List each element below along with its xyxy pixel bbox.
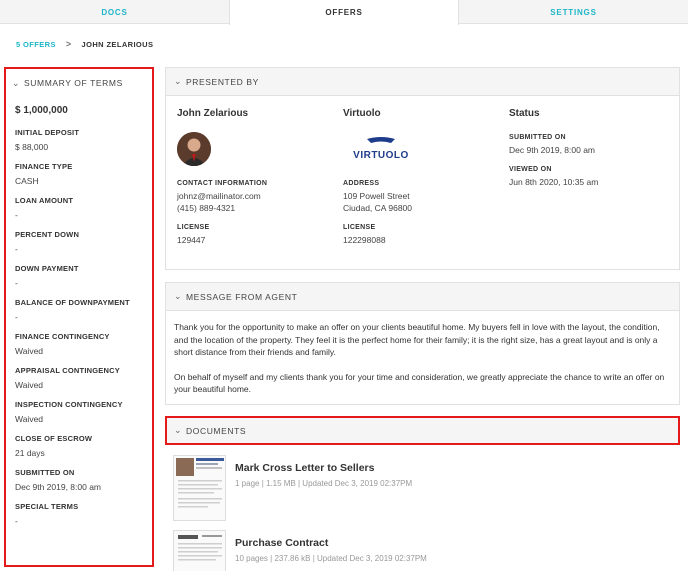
document-meta: 10 pages | 237.86 kB | Updated Dec 3, 20… [235, 554, 427, 563]
term-label: SPECIAL TERMS [15, 502, 79, 511]
term-label: APPRAISAL CONTINGENCY [15, 366, 120, 375]
chevron-down-icon: ⌄ [174, 425, 183, 435]
term-value: Dec 9th 2019, 8:00 am [15, 482, 102, 492]
chevron-down-icon: ⌄ [174, 76, 183, 86]
document-item[interactable]: Mark Cross Letter to Sellers 1 page | 1.… [173, 455, 673, 521]
agent-license-label: LICENSE [177, 224, 210, 231]
message-paragraph: Thank you for the opportunity to make an… [174, 322, 660, 357]
term-value: Waived [15, 346, 44, 356]
document-title[interactable]: Purchase Contract [235, 537, 328, 549]
breadcrumb-offers-link[interactable]: 5 OFFERS [16, 40, 56, 49]
viewed-on-label: VIEWED ON [509, 166, 552, 173]
term-finance-type: FINANCE TYPE CASH [15, 162, 152, 187]
viewed-on-value: Jun 8th 2020, 10:35 am [509, 177, 599, 187]
agent-avatar [177, 132, 211, 166]
term-value: - [15, 312, 18, 322]
agent-column: John Zelarious CONTACT INFORMATION johnz… [177, 108, 337, 245]
agent-email[interactable]: johnz@mailinator.com [177, 190, 267, 202]
message-from-agent-header[interactable]: ⌄ MESSAGE FROM AGENT [166, 283, 679, 311]
term-initial-deposit: INITIAL DEPOSIT $ 88,000 [15, 128, 152, 153]
message-body: Thank you for the opportunity to make an… [166, 311, 679, 396]
term-special-terms: SPECIAL TERMS - [15, 502, 152, 527]
term-label: BALANCE OF DOWNPAYMENT [15, 298, 130, 307]
agent-license: 129447 [177, 235, 206, 245]
chevron-down-icon: ⌄ [12, 77, 21, 88]
tab-settings[interactable]: SETTINGS [459, 0, 688, 24]
summary-title: SUMMARY OF TERMS [24, 78, 123, 88]
status-column: Status SUBMITTED ON Dec 9th 2019, 8:00 a… [509, 108, 669, 187]
submitted-on-value: Dec 9th 2019, 8:00 am [509, 145, 596, 155]
term-inspection-contingency: INSPECTION CONTINGENCY Waived [15, 400, 152, 425]
message-title: MESSAGE FROM AGENT [186, 291, 298, 302]
term-label: PERCENT DOWN [15, 230, 80, 239]
address-line2: Ciudad, CA 96800 [343, 203, 412, 213]
term-label: DOWN PAYMENT [15, 264, 79, 273]
term-value: CASH [15, 176, 39, 186]
term-label: CLOSE OF ESCROW [15, 434, 93, 443]
tab-offers[interactable]: OFFERS [229, 0, 459, 25]
tab-docs[interactable]: DOCS [0, 0, 229, 24]
term-finance-contingency: FINANCE CONTINGENCY Waived [15, 332, 152, 357]
term-label: SUBMITTED ON [15, 468, 75, 477]
term-label: INSPECTION CONTINGENCY [15, 400, 123, 409]
term-percent-down: PERCENT DOWN - [15, 230, 152, 255]
term-value: - [15, 210, 18, 220]
document-thumbnail [173, 530, 226, 571]
term-label: FINANCE CONTINGENCY [15, 332, 110, 341]
term-label: INITIAL DEPOSIT [15, 128, 80, 137]
logo-text: VIRTUOLO [353, 150, 409, 161]
brokerage-license-label: LICENSE [343, 224, 376, 231]
message-from-agent-panel: ⌄ MESSAGE FROM AGENT Thank you for the o… [165, 282, 680, 405]
summary-of-terms-panel: ⌄ SUMMARY OF TERMS $ 1,000,000 INITIAL D… [4, 67, 154, 567]
term-value: - [15, 278, 18, 288]
term-value: - [15, 516, 18, 526]
message-paragraph: On behalf of myself and my clients thank… [174, 371, 665, 395]
documents-header[interactable]: ⌄ DOCUMENTS [165, 416, 680, 445]
term-value: Waived [15, 380, 44, 390]
status-title: Status [509, 108, 540, 119]
presented-by-header[interactable]: ⌄ PRESENTED BY [166, 68, 679, 96]
term-balance-of-downpayment: BALANCE OF DOWNPAYMENT - [15, 298, 152, 323]
virtuolo-logo: VIRTUOLO [343, 136, 419, 162]
breadcrumb-current: JOHN ZELARIOUS [81, 39, 154, 49]
address-line1: 109 Powell Street [343, 191, 410, 201]
offer-price: $ 1,000,000 [15, 105, 68, 116]
brokerage-name: Virtuolo [343, 108, 381, 119]
term-value: Waived [15, 414, 44, 424]
term-submitted-on: SUBMITTED ON Dec 9th 2019, 8:00 am [15, 468, 152, 493]
document-item[interactable]: Purchase Contract 10 pages | 237.86 kB |… [173, 530, 673, 571]
chevron-down-icon: ⌄ [174, 291, 183, 301]
document-thumbnail [173, 455, 226, 521]
documents-title: DOCUMENTS [186, 425, 247, 436]
address-label: ADDRESS [343, 180, 380, 187]
term-value: - [15, 244, 18, 254]
submitted-on-label: SUBMITTED ON [509, 134, 566, 141]
brokerage-license: 122298088 [343, 235, 386, 245]
term-value: $ 88,000 [15, 142, 49, 152]
summary-of-terms-header[interactable]: ⌄ SUMMARY OF TERMS [6, 69, 152, 97]
term-label: FINANCE TYPE [15, 162, 73, 171]
agent-phone[interactable]: (415) 889-4321 [177, 202, 267, 214]
top-tab-bar: DOCS OFFERS SETTINGS [0, 0, 688, 25]
term-appraisal-contingency: APPRAISAL CONTINGENCY Waived [15, 366, 152, 391]
presented-by-title: PRESENTED BY [186, 76, 259, 87]
contact-information-label: CONTACT INFORMATION [177, 180, 268, 187]
term-label: LOAN AMOUNT [15, 196, 74, 205]
term-close-of-escrow: CLOSE OF ESCROW 21 days [15, 434, 152, 459]
summary-body: $ 1,000,000 INITIAL DEPOSIT $ 88,000 FIN… [6, 105, 152, 527]
agent-name: John Zelarious [177, 108, 249, 119]
presented-by-panel: ⌄ PRESENTED BY John Zelarious CONTACT IN… [165, 67, 680, 270]
breadcrumb-separator: > [65, 39, 72, 49]
term-down-payment: DOWN PAYMENT - [15, 264, 152, 289]
document-title[interactable]: Mark Cross Letter to Sellers [235, 462, 374, 474]
term-loan-amount: LOAN AMOUNT - [15, 196, 152, 221]
breadcrumb: 5 OFFERS > JOHN ZELARIOUS [16, 38, 153, 50]
term-value: 21 days [15, 448, 45, 458]
brokerage-column: Virtuolo VIRTUOLO ADDRESS 109 Powell Str… [343, 108, 503, 245]
document-meta: 1 page | 1.15 MB | Updated Dec 3, 2019 0… [235, 479, 413, 488]
